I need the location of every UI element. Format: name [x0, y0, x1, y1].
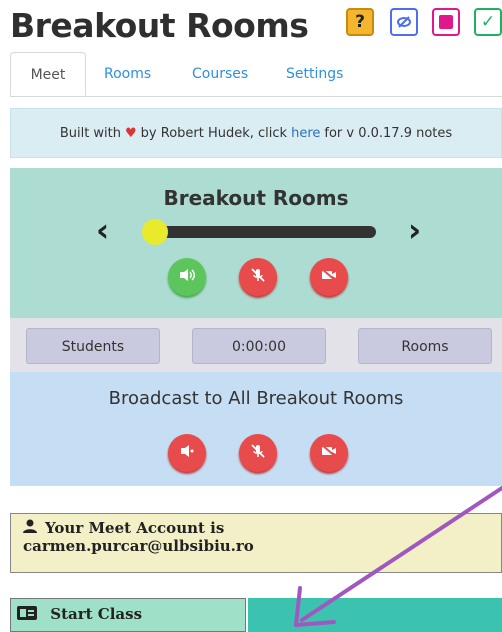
annotation-arrow: [294, 486, 502, 627]
